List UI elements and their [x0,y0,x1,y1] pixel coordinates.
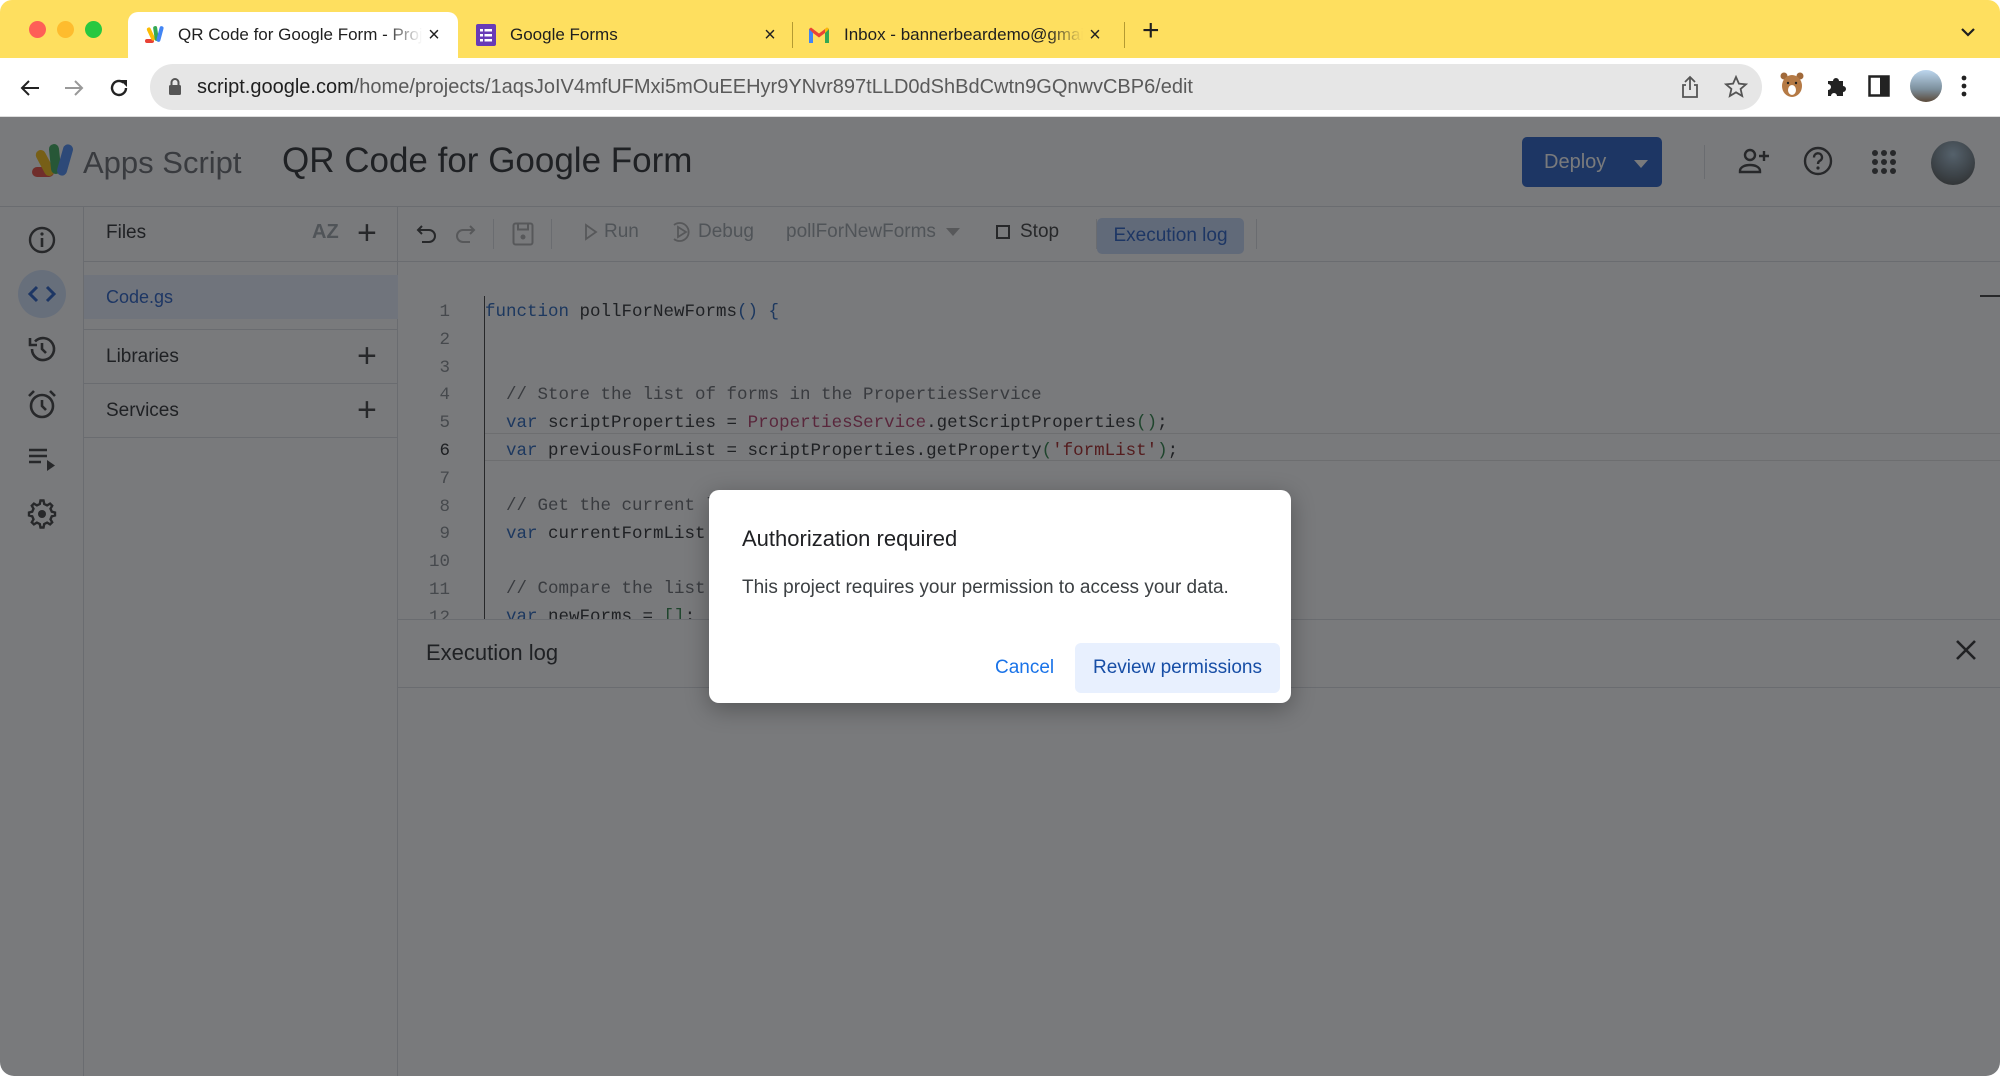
tab-divider [792,22,793,48]
reload-button[interactable] [103,72,135,104]
dialog-title: Authorization required [742,526,958,551]
browser-menu-icon[interactable] [1960,74,1968,103]
dialog-message: This project requires your permission to… [742,577,1229,598]
url-text: script.google.com/home/projects/1aqsJoIV… [197,76,1193,99]
share-icon[interactable] [1680,75,1700,104]
side-panel-icon[interactable] [1868,75,1890,102]
bear-extension-icon[interactable] [1780,71,1804,104]
tab-google-forms[interactable]: Google Forms × [470,12,790,58]
extensions-puzzle-icon[interactable] [1824,74,1848,103]
tab-close-icon[interactable]: × [1083,24,1107,47]
tab-title: Inbox - bannerbeardemo@gmail.com [844,25,1083,44]
url-host: script.google.com [197,76,354,98]
authorization-dialog: Authorization required This project requ… [709,490,1291,703]
close-window-button[interactable] [29,21,46,38]
minimize-window-button[interactable] [57,21,74,38]
arrow-left-icon [20,80,39,96]
maximize-window-button[interactable] [85,21,102,38]
arrow-right-icon [65,80,84,96]
gmail-icon [808,26,830,44]
browser-toolbar: script.google.com/home/projects/1aqsJoIV… [0,58,2000,117]
back-button[interactable] [14,72,46,104]
bookmark-star-icon[interactable] [1723,74,1749,104]
google-forms-icon [476,24,496,46]
tab-search-chevron-icon[interactable] [1958,22,1978,42]
forward-button[interactable] [58,72,90,104]
tab-gmail-inbox[interactable]: Inbox - bannerbeardemo@gmail.com × [800,12,1115,58]
profile-avatar[interactable] [1910,70,1942,102]
tab-close-icon[interactable]: × [758,24,782,47]
tab-apps-script[interactable]: QR Code for Google Form - Project Editor… [128,12,458,58]
reload-icon [110,79,128,97]
tab-divider [1124,22,1125,48]
review-permissions-button[interactable]: Review permissions [1075,643,1280,693]
apps-script-icon [144,24,166,46]
new-tab-button[interactable]: + [1142,16,1160,46]
lock-icon [168,78,182,100]
tab-title: Google Forms [510,25,618,44]
tab-close-icon[interactable]: × [422,24,446,47]
address-bar[interactable]: script.google.com/home/projects/1aqsJoIV… [150,64,1762,110]
tab-title: QR Code for Google Form - Project Editor [178,25,422,44]
cancel-button[interactable]: Cancel [979,643,1070,693]
browser-tab-bar: QR Code for Google Form - Project Editor… [0,0,2000,58]
url-path: /home/projects/1aqsJoIV4mfUFMxi5mOuEEHyr… [353,76,1193,98]
